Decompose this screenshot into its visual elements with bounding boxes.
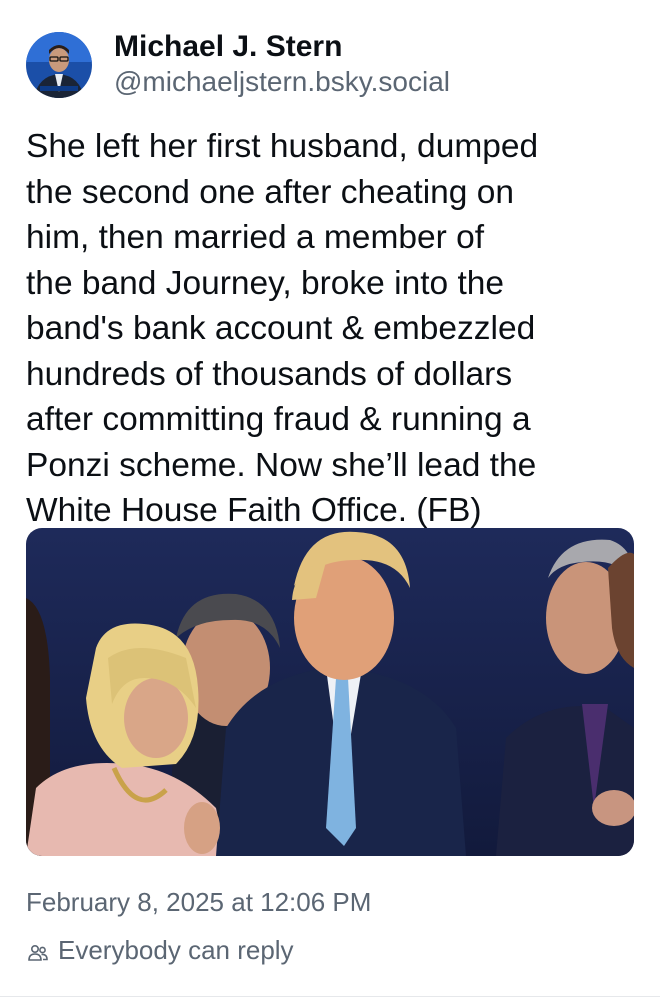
author-names: Michael J. Stern @michaeljstern.bsky.soc… (114, 30, 450, 100)
post-image[interactable] (26, 528, 634, 856)
people-icon (26, 938, 50, 962)
post-timestamp[interactable]: February 8, 2025 at 12:06 PM (26, 884, 371, 920)
avatar[interactable] (26, 32, 92, 98)
avatar-image (26, 32, 92, 98)
post-text: She left her first husband, dumped the s… (26, 124, 636, 534)
post-text-line: White House Faith Office. (FB) (26, 492, 482, 529)
post-text-line: after committing fraud & running a (26, 401, 531, 438)
post-text-line: him, then married a member of (26, 219, 485, 256)
post-text-line: hundreds of thousands of dollars (26, 355, 513, 393)
author-display-name[interactable]: Michael J. Stern (114, 30, 450, 64)
divider (0, 996, 660, 997)
post-text-line: the band Journey, broke into the (26, 264, 505, 302)
photo-illustration (26, 528, 634, 856)
post-text-line: the second one after cheating on (26, 173, 514, 211)
post-text-line: She left her first husband, dumped (26, 128, 539, 165)
author-handle[interactable]: @michaeljstern.bsky.social (114, 64, 450, 100)
post-text-line: Ponzi scheme. Now she’ll lead the (26, 446, 537, 484)
post-card: Michael J. Stern @michaeljstern.bsky.soc… (0, 0, 660, 1000)
post-header: Michael J. Stern @michaeljstern.bsky.soc… (26, 30, 450, 100)
post-text-line: band's bank account & embezzled (26, 310, 536, 347)
reply-setting: Everybody can reply (26, 932, 294, 968)
reply-setting-label: Everybody can reply (58, 935, 294, 965)
